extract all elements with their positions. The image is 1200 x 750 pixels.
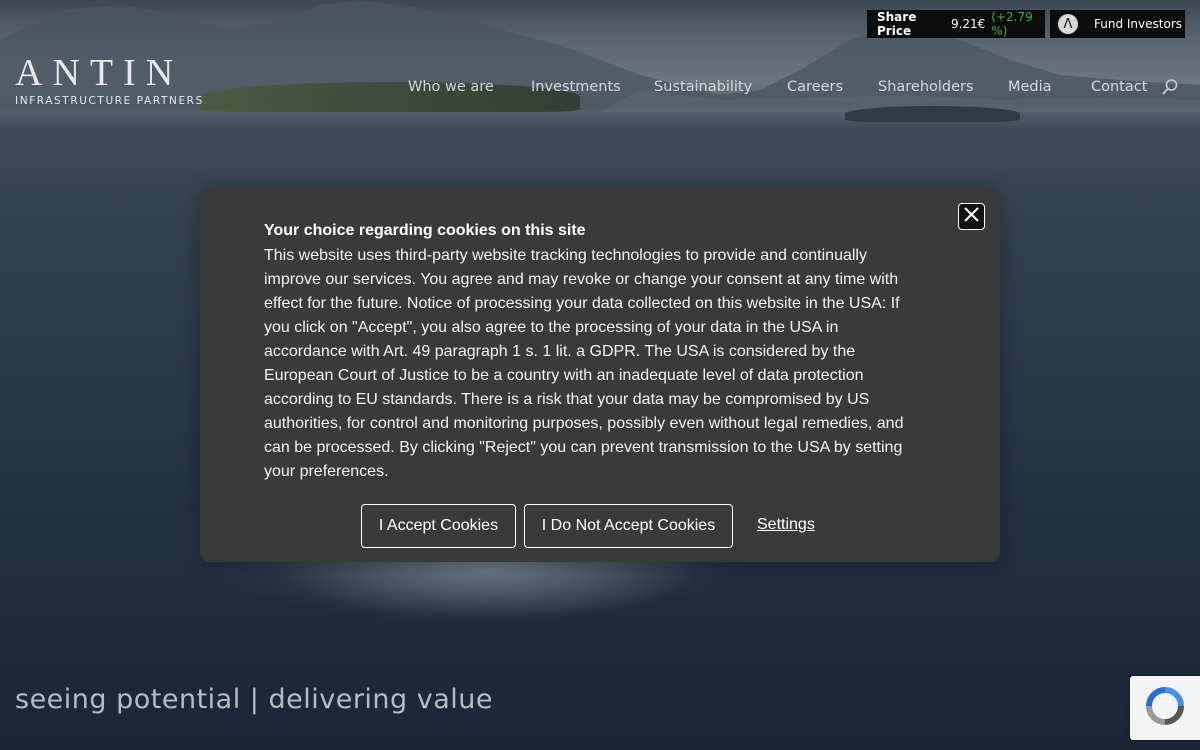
close-icon (964, 206, 979, 227)
nav-sustainability[interactable]: Sustainability (654, 79, 752, 95)
close-dialog-button[interactable] (958, 203, 985, 230)
nav-careers[interactable]: Careers (787, 79, 843, 95)
logo-name: ANTIN (15, 52, 184, 94)
island (845, 106, 1020, 122)
cookie-settings-link[interactable]: Settings (757, 516, 815, 534)
nav-shareholders[interactable]: Shareholders (878, 79, 974, 95)
reject-cookies-button[interactable]: I Do Not Accept Cookies (524, 504, 733, 548)
share-price-change: (+2.79 %) (991, 10, 1033, 38)
search-icon[interactable] (1161, 78, 1179, 101)
cookie-dialog-body: This website uses third-party website tr… (264, 247, 904, 480)
antin-lambda-icon: Λ (1058, 14, 1078, 34)
nav-investments[interactable]: Investments (531, 79, 621, 95)
cookie-dialog-title: Your choice regarding cookies on this si… (264, 222, 586, 239)
nav-contact[interactable]: Contact (1091, 79, 1147, 95)
site-logo[interactable]: ANTIN INFRASTRUCTURE PARTNERS (15, 52, 204, 107)
recaptcha-icon (1143, 684, 1187, 733)
cookie-consent-dialog: Your choice regarding cookies on this si… (200, 188, 1000, 562)
hero-tagline: seeing potential | delivering value (15, 684, 494, 715)
share-price-value: 9.21€ (950, 17, 986, 31)
fund-investors-button[interactable]: Λ Fund Investors (1050, 10, 1185, 38)
share-price-widget[interactable]: Share Price 9.21€ (+2.79 %) (867, 10, 1045, 38)
accept-cookies-button[interactable]: I Accept Cookies (361, 504, 516, 548)
logo-subtitle: INFRASTRUCTURE PARTNERS (15, 95, 204, 107)
shoreline (200, 82, 580, 112)
share-price-label: Share Price (877, 10, 917, 38)
fund-investors-label: Fund Investors (1094, 17, 1183, 31)
recaptcha-badge[interactable] (1130, 676, 1200, 740)
nav-who-we-are[interactable]: Who we are (408, 79, 494, 95)
nav-media[interactable]: Media (1008, 79, 1052, 95)
